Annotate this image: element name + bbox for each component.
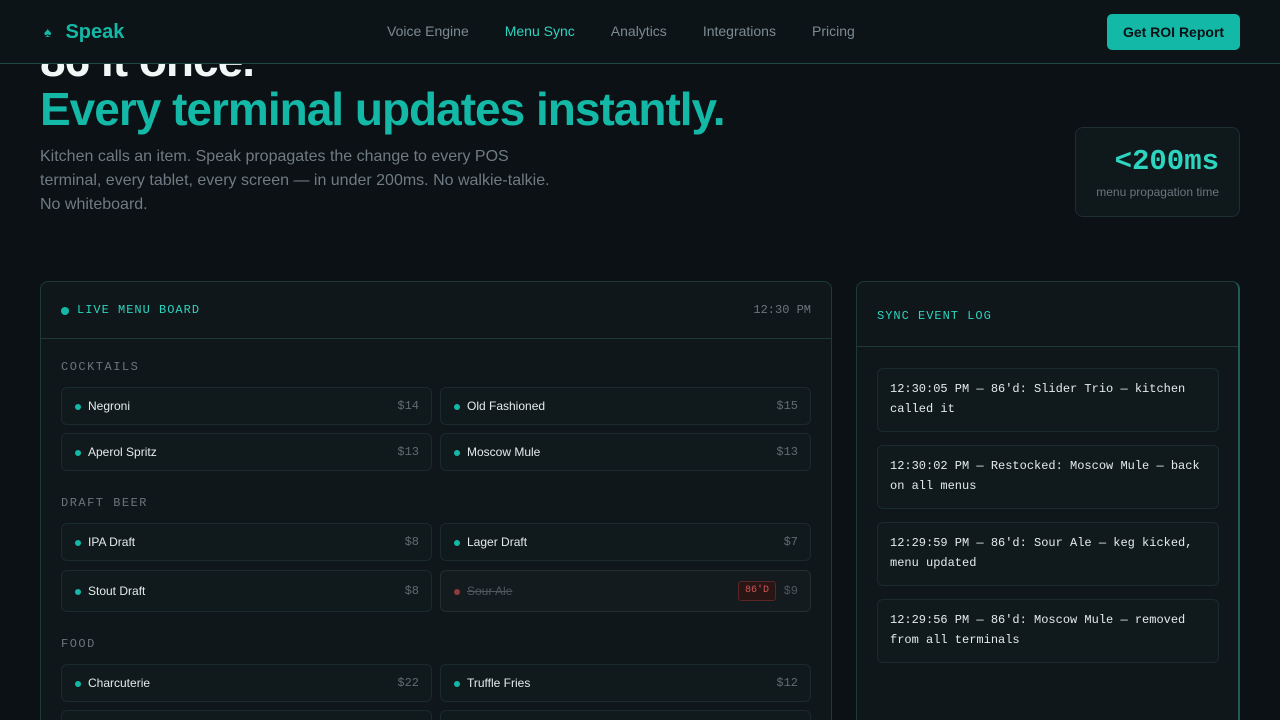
board-header: LIVE MENU BOARD 12:30 PM (41, 282, 831, 339)
metric-value: <200ms (1114, 145, 1219, 178)
item-name: Aperol Spritz (88, 445, 157, 459)
menu-item-old-fashioned[interactable]: Old Fashioned $15 (440, 387, 811, 425)
item-price: $12 (776, 676, 798, 690)
menu-item-partial[interactable] (440, 710, 811, 720)
menu-item-partial[interactable] (61, 710, 432, 720)
live-indicator-icon (61, 307, 69, 315)
available-dot-icon (454, 540, 460, 546)
available-dot-icon (454, 450, 460, 456)
log-entry: 12:30:02 PM — Restocked: Moscow Mule — b… (877, 445, 1219, 509)
section-label-cocktails: COCKTAILS (61, 360, 140, 374)
item-price: $8 (404, 584, 419, 598)
top-nav: ♠ Speak Voice Engine Menu Sync Analytics… (0, 0, 1280, 64)
brand[interactable]: ♠ Speak (44, 18, 124, 46)
menu-item-aperol-spritz[interactable]: Aperol Spritz $13 (61, 433, 432, 471)
board-time: 12:30 PM (753, 303, 811, 317)
nav-links: Voice Engine Menu Sync Analytics Integra… (387, 21, 855, 41)
item-name: Stout Draft (88, 584, 146, 598)
menu-item-stout-draft[interactable]: Stout Draft $8 (61, 570, 432, 612)
log-entry: 12:29:59 PM — 86'd: Sour Ale — keg kicke… (877, 522, 1219, 586)
item-price: $13 (397, 445, 419, 459)
item-name: Negroni (88, 399, 131, 413)
menu-item-moscow-mule[interactable]: Moscow Mule $13 (440, 433, 811, 471)
get-roi-report-button[interactable]: Get ROI Report (1107, 14, 1240, 50)
available-dot-icon (75, 450, 81, 456)
available-dot-icon (454, 404, 460, 410)
item-price: $15 (776, 399, 798, 413)
section-label-draft-beer: DRAFT BEER (61, 496, 149, 510)
available-dot-icon (454, 681, 460, 687)
item-name: Truffle Fries (467, 676, 531, 690)
log-title: SYNC EVENT LOG (877, 309, 992, 323)
log-header: SYNC EVENT LOG (857, 282, 1238, 347)
item-price: $8 (404, 535, 419, 549)
menu-item-sour-ale[interactable]: Sour Ale 86'D $9 (440, 570, 811, 612)
nav-link-voice-engine[interactable]: Voice Engine (387, 21, 469, 41)
available-dot-icon (75, 404, 81, 410)
section-label-food: FOOD (61, 637, 96, 651)
available-dot-icon (75, 540, 81, 546)
item-price: $14 (397, 399, 419, 413)
menu-item-lager-draft[interactable]: Lager Draft $7 (440, 523, 811, 561)
sync-event-log: SYNC EVENT LOG 12:30:05 PM — 86'd: Slide… (856, 281, 1240, 720)
menu-item-negroni[interactable]: Negroni $14 (61, 387, 432, 425)
propagation-metric-card: <200ms menu propagation time (1075, 127, 1240, 217)
item-name: IPA Draft (88, 535, 136, 549)
item-name: Moscow Mule (467, 445, 541, 459)
available-dot-icon (75, 681, 81, 687)
log-entry: 12:30:05 PM — 86'd: Slider Trio — kitche… (877, 368, 1219, 432)
hero-subtitle: Kitchen calls an item. Speak propagates … (40, 148, 550, 213)
out-of-stock-dot-icon (454, 589, 460, 595)
item-name: Sour Ale (467, 584, 513, 598)
spade-icon: ♠ (44, 24, 52, 40)
board-title: LIVE MENU BOARD (77, 303, 201, 317)
metric-label: menu propagation time (1096, 185, 1219, 199)
menu-item-ipa-draft[interactable]: IPA Draft $8 (61, 523, 432, 561)
live-menu-board: LIVE MENU BOARD 12:30 PM COCKTAILS Negro… (40, 281, 832, 720)
item-price: $13 (776, 445, 798, 459)
nav-link-analytics[interactable]: Analytics (611, 21, 667, 41)
item-price: $22 (397, 676, 419, 690)
item-price: $9 (783, 584, 798, 598)
nav-link-pricing[interactable]: Pricing (812, 21, 855, 41)
status-badge-86d: 86'D (737, 581, 776, 601)
menu-item-charcuterie[interactable]: Charcuterie $22 (61, 664, 432, 702)
item-name: Old Fashioned (467, 399, 546, 413)
nav-link-menu-sync[interactable]: Menu Sync (505, 21, 575, 41)
item-name: Lager Draft (467, 535, 528, 549)
log-entry: 12:29:56 PM — 86'd: Moscow Mule — remove… (877, 599, 1219, 663)
item-price: $7 (783, 535, 798, 549)
item-name: Charcuterie (88, 676, 151, 690)
brand-name: Speak (65, 21, 125, 43)
menu-item-truffle-fries[interactable]: Truffle Fries $12 (440, 664, 811, 702)
nav-link-integrations[interactable]: Integrations (703, 21, 776, 41)
available-dot-icon (75, 589, 81, 595)
